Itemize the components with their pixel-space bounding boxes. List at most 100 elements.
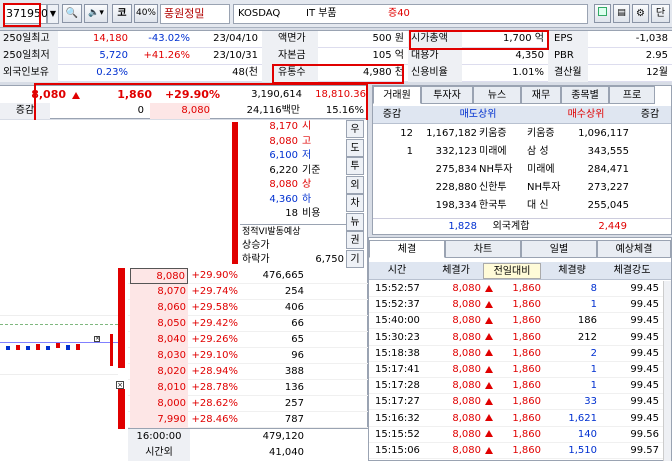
info-rate: -43.02% [148,33,190,44]
trade-price: 8,080 [452,396,481,408]
trade-change: 1,860 [512,299,541,311]
bid-price[interactable]: 8,040 [130,332,188,348]
sell-broker[interactable]: 한국투 [479,198,525,216]
broker-tab[interactable]: 프로 [609,86,655,104]
diff-value: 0 [137,105,144,116]
bid-price[interactable]: 8,080 [130,268,188,284]
side-button[interactable]: 뉴 [346,212,364,231]
info-rate [130,65,190,82]
trade-price: 8,080 [452,299,481,311]
stat-value: 8,170 [269,121,298,132]
sell-broker[interactable]: NH투자 [479,162,525,180]
trade-row: 15:18:38 8,080 1,860 2 99.45 [369,346,671,362]
vi-title: 정적VI발동예상 [242,227,301,237]
grid-view-button[interactable] [594,4,611,23]
bid-price[interactable]: 7,990 [130,412,188,428]
bid-table: 8,080 +29.90% 476,665 8,070 +29.74% 254 8,060 +… [128,268,368,428]
stat-value: 4,360 [269,193,298,205]
trades-header: 시간 체결가 전일대비 체결량 체결강도 [369,262,671,280]
side-button[interactable]: 도 [346,138,364,157]
up-arrow-icon [485,443,495,459]
broker-header: 증감 매도상위 매수상위 증감 [373,106,671,124]
bid-qty: 66 [291,318,304,329]
buy-broker[interactable]: 키움증 [527,126,573,144]
bid-rate: +28.62% [191,398,238,409]
time-header: 시간 [387,265,407,276]
stock-code-input[interactable]: 371950 [3,4,48,24]
trade-strength: 99.45 [630,396,659,408]
broker-tab[interactable]: 재무 [521,86,561,104]
broker-tab[interactable]: 거래원 [373,86,421,104]
broker-tab[interactable]: 투자자 [421,86,473,104]
buy-broker[interactable]: NH투자 [527,180,573,198]
sell-broker[interactable]: 미래에 [479,144,525,162]
single-button[interactable]: 단 [651,4,670,23]
bid-rate: +29.26% [191,334,238,345]
market-button[interactable]: 코 [112,4,132,23]
trade-row: 15:30:23 8,080 1,860 212 99.45 [369,330,671,346]
side-button[interactable]: 우 [346,120,364,138]
side-button[interactable]: 기 [346,249,364,268]
stat-value: 6,220 [269,164,298,176]
broker-diff: 12 [400,128,413,139]
broker-diff: 1 [406,146,413,157]
bid-price[interactable]: 8,020 [130,364,188,380]
info-row: 250일최고 14,180 -43.02% 23/04/10 액면가 500 원 시가총액 1… [0,31,672,48]
settings-button[interactable]: ⚙ [632,4,649,23]
trade-time: 15:52:37 [375,299,420,311]
change-header: 전일대비 [483,263,541,279]
ask-area [0,120,150,268]
bid-price[interactable]: 8,070 [130,284,188,300]
buy-broker[interactable]: 미래에 [527,162,573,180]
bid-qty: 136 [284,382,304,393]
trade-qty: 1 [590,299,597,311]
side-button[interactable]: 차 [346,194,364,212]
stat-value: 18 [285,208,298,219]
info-value: 14,180 [93,33,128,44]
trade-row: 15:17:28 8,080 1,860 1 99.45 [369,378,671,395]
info-date: 23/10/31 [213,50,258,61]
broker-tab[interactable]: 종목별 [561,86,609,104]
trade-price: 8,080 [452,364,481,375]
info-label: 결산월 [548,65,588,82]
side-button[interactable]: 투 [346,157,364,175]
bid-price[interactable]: 8,010 [130,380,188,396]
up-arrow-icon [485,330,495,346]
trade-price: 8,080 [452,347,481,359]
trade-time: 15:15:52 [375,428,420,440]
sell-broker[interactable]: 신한투 [479,180,525,198]
bid-price[interactable]: 8,050 [130,316,188,332]
trade-tab[interactable]: 차트 [445,240,521,258]
sell-broker[interactable]: 키움증 [479,126,525,144]
side-button[interactable]: 외 [346,175,364,194]
broker-tab[interactable]: 뉴스 [473,86,521,104]
bid-price[interactable]: 8,000 [130,396,188,412]
trade-tab[interactable]: 예상체결 [597,240,671,258]
bid-price[interactable]: 8,030 [130,348,188,364]
trades-scrollbar[interactable] [663,281,671,461]
info-label: 250일최고 [0,31,58,48]
speaker-icon: 🔈▾ [88,8,104,18]
margin-pct-button[interactable]: 40% [134,4,158,23]
code-dropdown-icon[interactable]: ▼ [47,4,59,24]
up-arrow-icon [485,411,495,427]
stat-value: 8,080 [269,135,298,147]
buy-broker[interactable]: 삼 성 [527,144,573,162]
trade-tab[interactable]: 일별 [521,240,597,258]
trade-tab[interactable]: 체결 [369,240,445,258]
up-arrow-icon [72,87,84,103]
buy-broker[interactable]: 대 신 [527,198,573,216]
sell-qty: 332,123 [435,146,477,157]
total-qty: 479,120 [262,431,304,442]
orderbook-row: 8,060 +29.58% 406 [128,300,368,316]
bid-price[interactable]: 8,060 [130,300,188,316]
bid-volume-bar [118,268,125,368]
side-button[interactable]: 권 [346,231,364,249]
search-button[interactable]: 🔍 [62,4,82,23]
print-button[interactable]: ▤ [613,4,630,23]
trade-qty: 140 [577,428,597,440]
sound-button[interactable]: 🔈▾ [84,4,108,23]
after-hours-label: 시간외 [128,445,190,461]
info-value: 5,720 [99,50,128,61]
trade-price: 8,080 [452,283,481,294]
